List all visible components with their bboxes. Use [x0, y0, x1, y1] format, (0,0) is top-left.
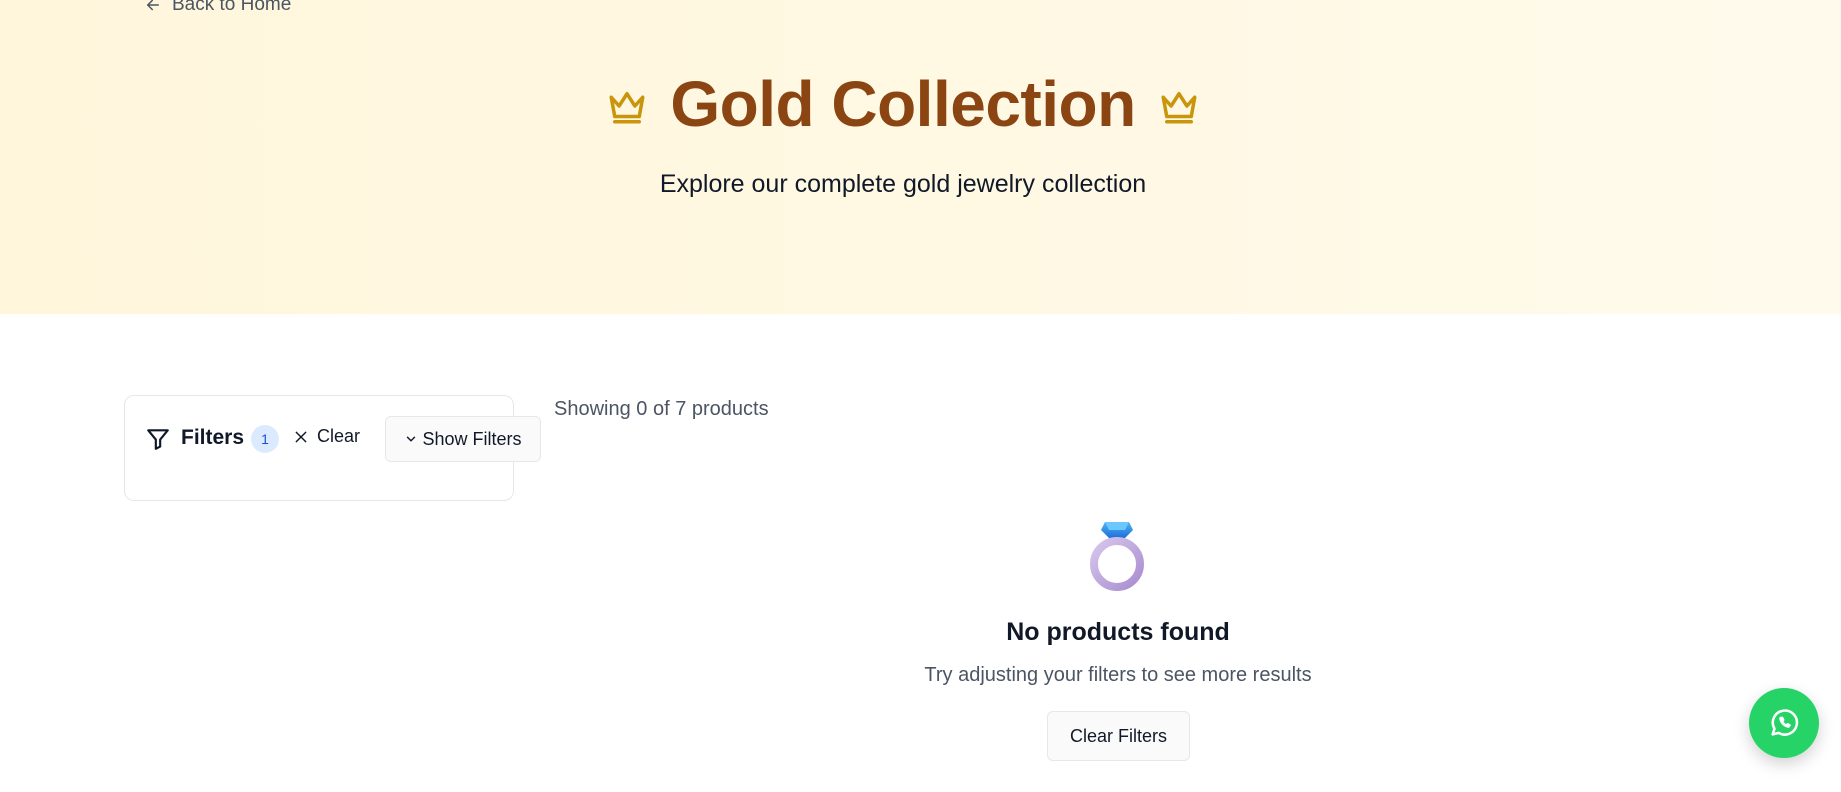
- whatsapp-icon: [1771, 709, 1799, 736]
- back-to-home-label: Back to Home: [172, 0, 292, 15]
- filter-icon: [147, 429, 169, 450]
- filters-panel: Filters 1 Clear Show Filters: [124, 395, 541, 501]
- filters-heading: Filters: [181, 426, 245, 449]
- active-filter-count-badge: 1: [251, 425, 279, 453]
- empty-state-message: Try adjusting your filters to see more r…: [924, 664, 1312, 686]
- hero-banner: Back to Home Gold Collection Explore our…: [0, 0, 1841, 314]
- clear-filters-button[interactable]: Clear Filters: [1047, 711, 1190, 761]
- whatsapp-chat-button[interactable]: [1749, 688, 1819, 758]
- clear-filters-link[interactable]: Clear: [293, 426, 360, 447]
- show-filters-label: Show Filters: [422, 428, 522, 449]
- clear-label: Clear: [317, 426, 361, 446]
- page-subtitle: Explore our complete gold jewelry collec…: [659, 170, 1147, 198]
- chevron-down-icon: [407, 436, 416, 442]
- ring-icon: [1090, 522, 1144, 591]
- show-filters-button[interactable]: Show Filters: [385, 416, 541, 462]
- close-icon: [295, 431, 307, 442]
- results-count: Showing 0 of 7 products: [554, 398, 769, 420]
- page-title-row: Gold Collection: [0, 64, 1806, 144]
- crown-icon: [1161, 92, 1197, 124]
- back-to-home-link[interactable]: Back to Home: [144, 0, 291, 16]
- empty-state-title: No products found: [1006, 618, 1230, 646]
- crown-icon: [609, 92, 645, 124]
- page-title: Gold Collection: [670, 68, 1136, 140]
- arrow-left-icon: [147, 0, 159, 11]
